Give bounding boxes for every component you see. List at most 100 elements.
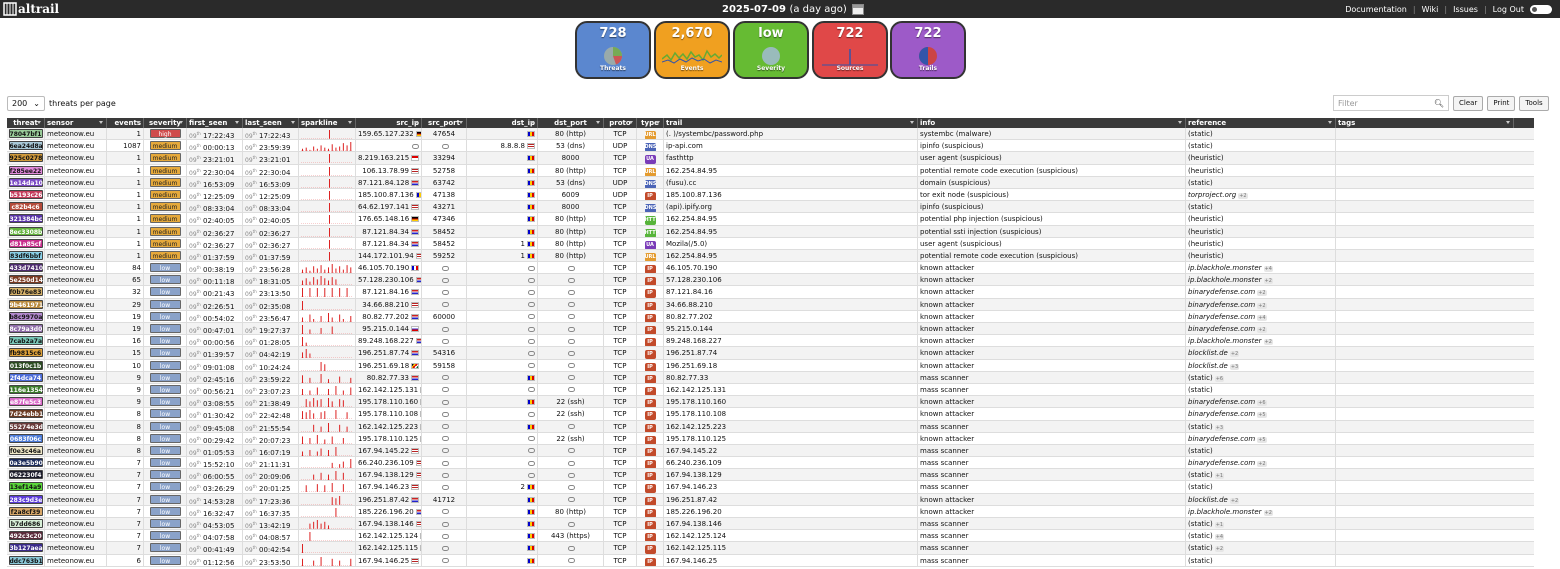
severity-badge[interactable]: medium (149, 165, 181, 175)
dst-port-cell[interactable]: 22 (ssh) (538, 432, 604, 444)
wiki-link[interactable]: Wiki (1422, 5, 1439, 14)
info-cell[interactable]: potential php injection (suspicious) (918, 213, 1186, 225)
events-cell[interactable]: 1 (107, 188, 144, 201)
dst-ip-cell[interactable] (467, 310, 538, 322)
src-port-cell[interactable] (422, 481, 467, 493)
comment-icon[interactable] (568, 277, 575, 283)
proto-cell[interactable]: UDP (604, 188, 637, 201)
trail-cell[interactable]: 162.142.125.131 (664, 383, 918, 396)
dst-ip-cell[interactable] (467, 396, 538, 408)
comment-icon[interactable] (441, 509, 449, 515)
last-seen-cell[interactable]: 09th 23:56:28 (243, 262, 299, 274)
trail-cell[interactable]: 95.215.0.144 (664, 323, 918, 335)
sensor-cell[interactable]: meteonow.eu (45, 323, 107, 335)
col-info[interactable]: info (918, 118, 1186, 128)
first-seen-cell[interactable]: 09th 03:26:29 (187, 481, 243, 493)
first-seen-cell[interactable]: 09th 09:01:08 (187, 359, 243, 371)
dst-ip-cell[interactable] (467, 262, 538, 274)
proto-cell[interactable]: TCP (604, 493, 637, 505)
severity-badge[interactable]: low (149, 372, 181, 382)
proto-cell[interactable]: TCP (604, 335, 637, 347)
src-port-cell[interactable]: 59158 (422, 359, 467, 371)
comment-icon[interactable] (568, 289, 575, 295)
type-badge[interactable]: IP (644, 533, 656, 542)
info-cell[interactable]: potential remote code execution (suspici… (918, 164, 1186, 176)
tags-cell[interactable] (1336, 165, 1514, 176)
severity-badge[interactable]: high (149, 129, 181, 138)
severity-badge[interactable]: low (149, 458, 181, 468)
type-badge[interactable]: IP (644, 423, 656, 432)
last-seen-cell[interactable]: 09th 08:33:04 (243, 201, 299, 213)
type-badge[interactable]: IP (644, 411, 656, 420)
trail-cell[interactable]: 80.82.77.202 (664, 310, 918, 322)
src-ip-cell[interactable]: 185.226.196.20 (356, 505, 422, 517)
src-ip-cell[interactable]: 196.251.87.42 (356, 493, 422, 505)
reference-cell[interactable]: binarydefense.com +4 (1186, 310, 1336, 322)
threat-id-badge[interactable]: c82b4c6 (8, 202, 43, 212)
first-seen-cell[interactable]: 09th 02:36:27 (187, 237, 243, 249)
events-cell[interactable]: 7 (107, 505, 144, 517)
last-seen-cell[interactable]: 09th 20:01:25 (243, 481, 299, 493)
tags-cell[interactable] (1336, 530, 1514, 541)
events-cell[interactable]: 1087 (107, 140, 144, 152)
filter-input[interactable]: Filter 🔍︎ (1333, 95, 1449, 111)
proto-cell[interactable]: TCP (604, 469, 637, 481)
src-ip-cell[interactable]: 196.251.69.18 (356, 359, 422, 371)
src-port-cell[interactable] (422, 530, 467, 542)
type-badge[interactable]: IP (644, 265, 656, 274)
threat-id-badge[interactable]: 283c9d3e (8, 494, 43, 504)
threat-id-badge[interactable]: 013f0c1b (8, 360, 43, 370)
events-cell[interactable]: 8 (107, 408, 144, 420)
trail-cell[interactable]: 162.254.84.95 (664, 164, 918, 176)
info-cell[interactable]: mass scanner (918, 554, 1186, 566)
severity-badge[interactable]: medium (149, 250, 181, 260)
tags-cell[interactable] (1336, 177, 1514, 188)
sensor-cell[interactable]: meteonow.eu (45, 493, 107, 505)
sensor-cell[interactable]: meteonow.eu (45, 298, 107, 310)
comment-icon[interactable] (441, 558, 449, 564)
events-cell[interactable]: 7 (107, 493, 144, 505)
src-ip-cell[interactable]: 195.178.110.125 (356, 432, 422, 444)
dst-ip-cell[interactable] (467, 493, 538, 505)
first-seen-cell[interactable]: 09th 01:12:56 (187, 554, 243, 566)
tags-cell[interactable] (1336, 250, 1514, 261)
src-ip-cell[interactable]: 80.82.77.202 (356, 310, 422, 322)
trail-cell[interactable]: 195.178.110.108 (664, 408, 918, 420)
dst-port-cell[interactable]: 8000 (538, 152, 604, 164)
dst-ip-cell[interactable] (467, 213, 538, 225)
type-badge[interactable]: IP (644, 301, 656, 310)
src-port-cell[interactable]: 58452 (422, 237, 467, 249)
dst-ip-cell[interactable] (467, 469, 538, 481)
comment-icon[interactable] (568, 350, 575, 356)
proto-cell[interactable]: TCP (604, 359, 637, 371)
proto-cell[interactable]: UDP (604, 140, 637, 152)
events-cell[interactable]: 1 (107, 213, 144, 225)
comment-icon[interactable] (441, 448, 449, 454)
src-ip-cell[interactable]: 80.82.77.33 (356, 371, 422, 383)
dst-port-cell[interactable]: 6009 (538, 188, 604, 201)
tags-cell[interactable] (1336, 518, 1514, 529)
last-seen-cell[interactable]: 09th 23:56:47 (243, 310, 299, 322)
reference-cell[interactable]: binarydefense.com +2 (1186, 286, 1336, 298)
reference-cell[interactable]: binarydefense.com +2 (1186, 323, 1336, 335)
comment-icon[interactable] (528, 289, 535, 295)
dst-port-cell[interactable]: 80 (http) (538, 505, 604, 517)
proto-cell[interactable]: TCP (604, 530, 637, 542)
tags-cell[interactable] (1336, 542, 1514, 553)
src-ip-cell[interactable]: 144.172.101.94 (356, 249, 422, 262)
first-seen-cell[interactable]: 09th 12:25:09 (187, 188, 243, 201)
trail-cell[interactable]: 87.121.84.16 (664, 286, 918, 298)
proto-cell[interactable]: TCP (604, 420, 637, 432)
trail-cell[interactable]: 185.226.196.20 (664, 505, 918, 517)
type-badge[interactable]: IP (644, 484, 656, 493)
trail-cell[interactable]: 162.142.125.124 (664, 530, 918, 542)
src-port-cell[interactable] (422, 469, 467, 481)
severity-badge[interactable]: low (149, 348, 181, 358)
src-port-cell[interactable] (422, 383, 467, 396)
reference-cell[interactable]: ip.blackhole.monster +4 (1186, 262, 1336, 274)
comment-icon[interactable] (568, 302, 575, 308)
info-cell[interactable]: mass scanner (918, 383, 1186, 396)
tags-cell[interactable] (1336, 457, 1514, 468)
comment-icon[interactable] (528, 448, 535, 454)
events-cell[interactable]: 7 (107, 530, 144, 542)
